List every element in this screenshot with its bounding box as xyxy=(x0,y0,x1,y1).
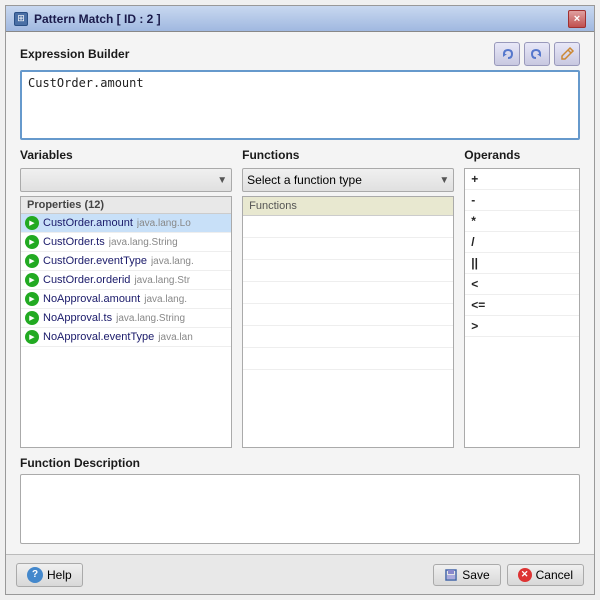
main-content: Expression Builder xyxy=(6,32,594,554)
expression-input[interactable]: CustOrder.amount xyxy=(20,70,580,140)
undo-button[interactable] xyxy=(494,42,520,66)
variables-dropdown[interactable]: ▼ xyxy=(20,168,232,192)
variables-list-header: Properties (12) xyxy=(21,197,231,214)
variable-type: java.lang.String xyxy=(109,237,178,248)
variable-list-item[interactable]: CustOrder.eventType java.lang. xyxy=(21,252,231,271)
variable-name: CustOrder.ts xyxy=(43,236,105,248)
dialog-icon: ⊞ xyxy=(14,12,28,26)
function-description-box xyxy=(20,474,580,544)
variable-icon xyxy=(25,273,39,287)
variable-type: java.lan xyxy=(158,332,192,343)
function-list-item[interactable] xyxy=(243,304,453,326)
help-label: Help xyxy=(47,568,72,582)
variable-type: java.lang.Str xyxy=(134,275,190,286)
save-button[interactable]: Save xyxy=(433,564,500,586)
variable-name: NoApproval.amount xyxy=(43,293,140,305)
function-type-dropdown[interactable]: Select a function type ▼ xyxy=(242,168,454,192)
functions-list xyxy=(243,216,453,370)
variable-type: java.lang.String xyxy=(116,313,185,324)
variable-list-item[interactable]: CustOrder.orderid java.lang.Str xyxy=(21,271,231,290)
help-button[interactable]: ? Help xyxy=(16,563,83,587)
function-list-item[interactable] xyxy=(243,238,453,260)
function-list-item[interactable] xyxy=(243,326,453,348)
variables-list-box: Properties (12) CustOrder.amount java.la… xyxy=(20,196,232,448)
variable-list-item[interactable]: NoApproval.eventType java.lan xyxy=(21,328,231,347)
variables-label: Variables xyxy=(20,148,232,164)
function-type-text: Select a function type xyxy=(247,173,362,187)
operands-list: +-*/||<<=> xyxy=(464,168,580,448)
variable-list-item[interactable]: NoApproval.ts java.lang.String xyxy=(21,309,231,328)
variable-list-item[interactable]: CustOrder.ts java.lang.String xyxy=(21,233,231,252)
variable-icon xyxy=(25,330,39,344)
save-icon xyxy=(444,568,458,582)
dialog-title: Pattern Match [ ID : 2 ] xyxy=(34,12,161,26)
operand-item[interactable]: || xyxy=(465,253,579,274)
expression-builder-label: Expression Builder xyxy=(20,47,129,61)
save-label: Save xyxy=(462,568,489,582)
title-bar: ⊞ Pattern Match [ ID : 2 ] × xyxy=(6,6,594,32)
operands-list-items: +-*/||<<=> xyxy=(465,169,579,337)
title-bar-left: ⊞ Pattern Match [ ID : 2 ] xyxy=(14,12,161,26)
variable-name: NoApproval.ts xyxy=(43,312,112,324)
variable-name: CustOrder.orderid xyxy=(43,274,130,286)
variable-icon xyxy=(25,292,39,306)
variable-name: CustOrder.eventType xyxy=(43,255,147,267)
expression-section: Expression Builder xyxy=(20,42,580,140)
function-list-item[interactable] xyxy=(243,348,453,370)
close-button[interactable]: × xyxy=(568,10,586,28)
operands-column: Operands +-*/||<<=> xyxy=(464,148,580,448)
operand-item[interactable]: / xyxy=(465,232,579,253)
bottom-bar: ? Help Save ✕ Cancel xyxy=(6,554,594,594)
function-type-arrow: ▼ xyxy=(439,175,449,186)
function-list-item[interactable] xyxy=(243,216,453,238)
variable-icon xyxy=(25,235,39,249)
cancel-label: Cancel xyxy=(536,568,573,582)
function-description-section: Function Description xyxy=(20,456,580,544)
pencil-icon xyxy=(559,46,575,62)
variables-dropdown-row: ▼ xyxy=(20,168,232,192)
variables-dropdown-arrow: ▼ xyxy=(217,175,227,186)
expression-header: Expression Builder xyxy=(20,42,580,66)
variable-name: CustOrder.amount xyxy=(43,217,133,229)
function-list-item[interactable] xyxy=(243,260,453,282)
redo-icon xyxy=(529,46,545,62)
operand-item[interactable]: > xyxy=(465,316,579,337)
right-buttons: Save ✕ Cancel xyxy=(433,564,584,586)
dialog: ⊞ Pattern Match [ ID : 2 ] × Expression … xyxy=(5,5,595,595)
operand-item[interactable]: <= xyxy=(465,295,579,316)
functions-column: Functions Select a function type ▼ Funct… xyxy=(242,148,454,448)
undo-icon xyxy=(499,46,515,62)
variable-type: java.lang.Lo xyxy=(137,218,191,229)
redo-button[interactable] xyxy=(524,42,550,66)
toolbar-buttons xyxy=(494,42,580,66)
variables-column: Variables ▼ Properties (12) CustOrder.am… xyxy=(20,148,232,448)
cancel-button[interactable]: ✕ Cancel xyxy=(507,564,584,586)
edit-button[interactable] xyxy=(554,42,580,66)
operand-item[interactable]: * xyxy=(465,211,579,232)
variable-name: NoApproval.eventType xyxy=(43,331,154,343)
variable-icon xyxy=(25,216,39,230)
functions-list-header: Functions xyxy=(243,197,453,216)
operands-label: Operands xyxy=(464,148,580,164)
function-description-label: Function Description xyxy=(20,456,580,470)
variable-type: java.lang. xyxy=(144,294,187,305)
variable-icon xyxy=(25,254,39,268)
three-columns: Variables ▼ Properties (12) CustOrder.am… xyxy=(20,148,580,448)
functions-label: Functions xyxy=(242,148,454,164)
variable-icon xyxy=(25,311,39,325)
functions-list-box: Functions xyxy=(242,196,454,448)
operand-item[interactable]: < xyxy=(465,274,579,295)
variables-list: CustOrder.amount java.lang.Lo CustOrder.… xyxy=(21,214,231,347)
variable-type: java.lang. xyxy=(151,256,194,267)
variable-list-item[interactable]: NoApproval.amount java.lang. xyxy=(21,290,231,309)
function-list-item[interactable] xyxy=(243,282,453,304)
variable-list-item[interactable]: CustOrder.amount java.lang.Lo xyxy=(21,214,231,233)
cancel-icon: ✕ xyxy=(518,568,532,582)
operand-item[interactable]: - xyxy=(465,190,579,211)
operand-item[interactable]: + xyxy=(465,169,579,190)
help-icon: ? xyxy=(27,567,43,583)
